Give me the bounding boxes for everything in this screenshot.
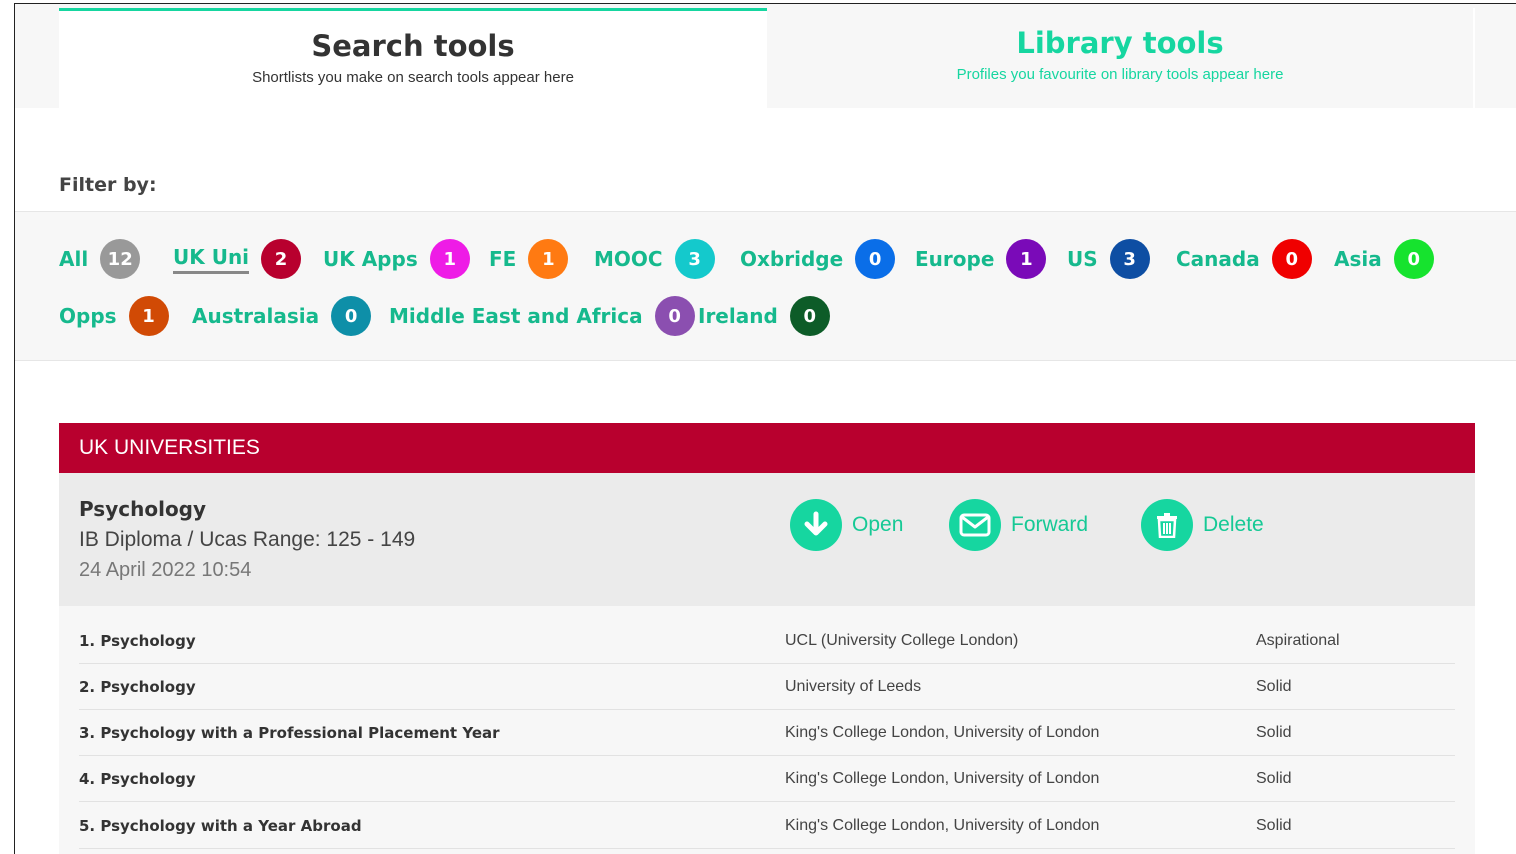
- filter-chip-label: Oxbridge: [740, 247, 844, 271]
- course-status: Aspirational: [1256, 632, 1340, 649]
- filter-chip-uk-uni[interactable]: UK Uni 2: [173, 239, 302, 279]
- university-name: King's College London, University of Lon…: [785, 817, 1100, 834]
- tab-bar: Search tools Shortlists you make on sear…: [15, 4, 1516, 108]
- download-arrow-icon: [790, 499, 842, 551]
- course-status: Solid: [1256, 724, 1292, 741]
- filter-chip-label: Asia: [1334, 247, 1382, 271]
- filter-chip-middle-east-africa[interactable]: Middle East and Africa 0: [389, 296, 695, 336]
- filter-chip-europe[interactable]: Europe 1: [915, 239, 1047, 279]
- page-frame: Search tools Shortlists you make on sear…: [14, 3, 1516, 854]
- filter-chip-us[interactable]: US 3: [1067, 239, 1150, 279]
- tab-title: Library tools: [1016, 26, 1224, 60]
- filter-chip-label: UK Uni: [173, 245, 250, 274]
- course-name: 2. Psychology: [79, 678, 196, 696]
- table-row[interactable]: 2. Psychology University of Leeds Solid: [79, 664, 1455, 710]
- course-name: 5. Psychology with a Year Abroad: [79, 817, 362, 835]
- filter-chip-ireland[interactable]: Ireland 0: [698, 296, 830, 336]
- filter-chip-label: Opps: [59, 304, 117, 328]
- filter-chip-label: Europe: [915, 247, 995, 271]
- university-name: UCL (University College London): [785, 632, 1019, 649]
- university-name: University of Leeds: [785, 678, 922, 695]
- university-name: King's College London, University of Lon…: [785, 770, 1100, 787]
- filter-chip-label: Canada: [1176, 247, 1260, 271]
- course-name: 4. Psychology: [79, 770, 196, 788]
- filter-chip-count: 0: [654, 296, 695, 336]
- tab-library-tools[interactable]: Library tools Profiles you favourite on …: [767, 8, 1473, 108]
- filter-chip-fe[interactable]: FE 1: [489, 239, 569, 279]
- filter-chip-count: 0: [1393, 239, 1434, 279]
- action-label: Open: [852, 513, 904, 536]
- course-status: Solid: [1256, 770, 1292, 787]
- filter-chip-count: 0: [789, 296, 830, 336]
- filter-chip-count: 1: [1006, 239, 1047, 279]
- filter-chip-mooc[interactable]: MOOC 3: [594, 239, 715, 279]
- filter-chip-count: 3: [674, 239, 715, 279]
- entry-subtitle: IB Diploma / Ucas Range: 125 - 149: [79, 528, 416, 551]
- action-label: Delete: [1203, 513, 1264, 536]
- filter-chip-label: Ireland: [698, 304, 778, 328]
- course-list: 1. Psychology UCL (University College Lo…: [59, 606, 1475, 854]
- filter-chip-label: US: [1067, 247, 1098, 271]
- open-button[interactable]: Open: [790, 499, 903, 551]
- filter-chip-label: Australasia: [192, 304, 320, 328]
- action-label: Forward: [1011, 513, 1089, 536]
- filter-chip-all[interactable]: All 12: [59, 239, 141, 279]
- trash-icon: [1141, 499, 1193, 551]
- course-status: Solid: [1256, 817, 1292, 834]
- filter-chip-count: 2: [261, 239, 302, 279]
- filter-chip-canada[interactable]: Canada 0: [1176, 239, 1312, 279]
- filter-label: Filter by:: [59, 174, 157, 196]
- filter-chip-label: UK Apps: [323, 247, 418, 271]
- forward-button[interactable]: Forward: [949, 499, 1088, 551]
- filter-chip-count: 1: [128, 296, 169, 336]
- filter-chip-opps[interactable]: Opps 1: [59, 296, 169, 336]
- filter-chip-count: 0: [331, 296, 372, 336]
- filter-chip-count: 0: [1271, 239, 1312, 279]
- filter-chip-uk-apps[interactable]: UK Apps 1: [323, 239, 470, 279]
- filter-chip-count: 1: [528, 239, 569, 279]
- tab-subtitle: Profiles you favourite on library tools …: [956, 66, 1284, 83]
- tab-divider: [1473, 8, 1475, 108]
- filter-chip-count: 1: [429, 239, 470, 279]
- university-name: King's College London, University of Lon…: [785, 724, 1100, 741]
- course-status: Solid: [1256, 678, 1292, 695]
- table-row[interactable]: 3. Psychology with a Professional Placem…: [79, 710, 1455, 756]
- course-name: 1. Psychology: [79, 632, 196, 650]
- filter-chip-count: 12: [100, 239, 141, 279]
- entry-date: 24 April 2022 10:54: [79, 559, 252, 581]
- filter-chip-australasia[interactable]: Australasia 0: [192, 296, 372, 336]
- delete-button[interactable]: Delete: [1141, 499, 1264, 551]
- filter-chip-label: MOOC: [594, 247, 663, 271]
- filter-chip-oxbridge[interactable]: Oxbridge 0: [740, 239, 896, 279]
- filter-chip-label: Middle East and Africa: [389, 304, 643, 328]
- entry-title: Psychology: [79, 497, 207, 521]
- tab-subtitle: Shortlists you make on search tools appe…: [252, 69, 574, 86]
- table-row[interactable]: 4. Psychology King's College London, Uni…: [79, 756, 1455, 802]
- filter-chip-asia[interactable]: Asia 0: [1334, 239, 1434, 279]
- envelope-icon: [949, 499, 1001, 551]
- filter-chip-count: 0: [855, 239, 896, 279]
- filter-chip-label: All: [59, 247, 89, 271]
- tab-search-tools[interactable]: Search tools Shortlists you make on sear…: [59, 8, 767, 108]
- filter-chip-count: 3: [1109, 239, 1150, 279]
- filter-panel: All 12 UK Uni 2 UK Apps 1 FE 1 MOOC 3 Ox…: [15, 211, 1516, 361]
- course-name: 3. Psychology with a Professional Placem…: [79, 724, 500, 742]
- table-row[interactable]: 1. Psychology UCL (University College Lo…: [79, 618, 1455, 664]
- shortlist-entry: Psychology IB Diploma / Ucas Range: 125 …: [59, 473, 1475, 606]
- section-header: UK UNIVERSITIES: [59, 423, 1475, 473]
- filter-chip-label: FE: [489, 247, 517, 271]
- tab-title: Search tools: [311, 29, 515, 63]
- table-row[interactable]: 5. Psychology with a Year Abroad King's …: [79, 803, 1455, 849]
